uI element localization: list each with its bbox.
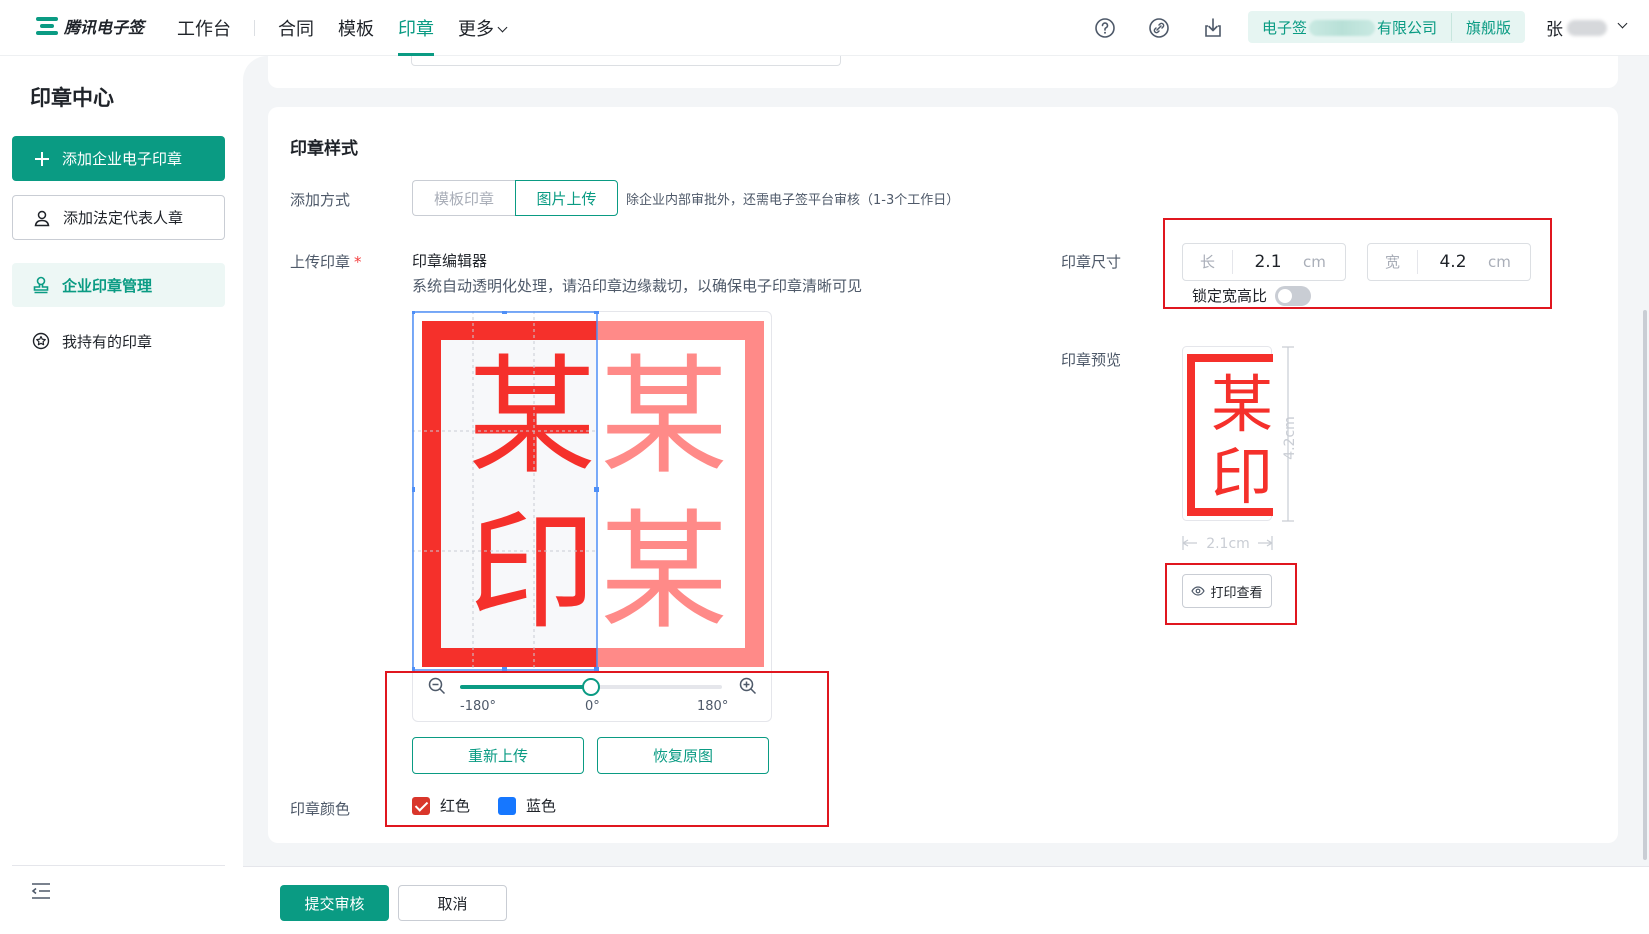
link-icon[interactable] — [1147, 16, 1171, 40]
upload-seal-label: 上传印章 * — [290, 251, 362, 272]
annotation-box-print — [1165, 563, 1297, 625]
option-template-seal[interactable]: 模板印章 — [412, 180, 515, 216]
annotation-box-editor-controls — [385, 671, 829, 827]
user-name-redacted — [1567, 19, 1607, 36]
logo[interactable]: 腾讯电子签 — [36, 14, 144, 38]
annotation-box-size — [1163, 218, 1552, 309]
seal-size-label: 印章尺寸 — [1061, 253, 1122, 271]
sidebar-item-my-seals[interactable]: 我持有的印章 — [12, 319, 225, 363]
add-enterprise-seal-button[interactable]: 添加企业电子印章 — [12, 136, 225, 181]
seal-icon — [33, 276, 49, 294]
scrollbar[interactable] — [1643, 310, 1647, 860]
user-name: 张 — [1546, 20, 1563, 40]
chevron-down-icon — [1617, 18, 1628, 29]
org-switcher[interactable]: 电子签 有限公司 旗舰版 — [1248, 11, 1526, 43]
preview-height-label: 4.2cm — [1282, 416, 1298, 460]
editor-title: 印章编辑器 — [412, 252, 488, 270]
sidebar-divider — [12, 865, 225, 866]
add-enterprise-seal-label: 添加企业电子印章 — [62, 150, 183, 168]
nav-item-more[interactable]: 更多 — [458, 0, 508, 56]
seal-char-top-left: 某 — [468, 343, 596, 492]
org-suffix: 有限公司 — [1377, 18, 1438, 37]
logo-icon — [36, 17, 58, 35]
logo-text: 腾讯电子签 — [64, 18, 145, 37]
seal-char-top-right: 某 — [600, 343, 728, 492]
nav-item-contract[interactable]: 合同 — [278, 0, 314, 56]
download-icon[interactable] — [1201, 16, 1225, 40]
badge-icon — [32, 332, 50, 350]
top-bar: 腾讯电子签 工作台 合同 模板 印章 更多 电子签 有限公司 旗舰版 张 — [0, 0, 1649, 56]
preview-char-bottom: 印 — [1211, 440, 1273, 513]
seal-char-bottom-right: 某 — [600, 498, 728, 647]
org-name-redacted — [1309, 20, 1376, 36]
org-prefix: 电子签 — [1262, 18, 1308, 37]
nav-more-label: 更多 — [458, 19, 494, 40]
seal-color-label: 印章颜色 — [290, 800, 351, 818]
sidebar-item-label: 我持有的印章 — [62, 332, 153, 351]
option-image-upload[interactable]: 图片上传 — [515, 180, 618, 216]
plus-icon — [35, 151, 49, 166]
preview-height-dimension: 4.2cm — [1282, 346, 1298, 522]
seal-preview: 某 印 — [1182, 346, 1275, 521]
upload-seal-label-text: 上传印章 — [290, 253, 351, 271]
sidebar-item-label: 企业印章管理 — [62, 276, 153, 295]
add-method-hint: 除企业内部审批外，还需电子签平台审核（1-3个工作日） — [626, 193, 960, 208]
previous-field — [411, 56, 841, 66]
preview-char-top: 某 — [1211, 368, 1273, 441]
nav-divider — [254, 20, 255, 36]
preview-width-dimension: 2.1cm — [1182, 536, 1273, 552]
add-legal-seal-button[interactable]: 添加法定代表人章 — [12, 195, 225, 240]
org-name: 电子签 有限公司 — [1248, 17, 1451, 38]
user-icon — [34, 210, 50, 226]
preview-width-label: 2.1cm — [1206, 536, 1250, 552]
nav-item-seal[interactable]: 印章 — [398, 0, 434, 56]
add-method-selector: 模板印章 图片上传 — [412, 180, 618, 216]
sidebar-item-enterprise-seals[interactable]: 企业印章管理 — [12, 263, 225, 307]
previous-card — [268, 56, 1618, 88]
user-menu[interactable]: 张 — [1546, 15, 1628, 40]
sidebar-title: 印章中心 — [30, 86, 114, 110]
seal-image-canvas[interactable]: 某 某 某 印 — [412, 311, 772, 671]
nav-workbench[interactable]: 工作台 — [177, 15, 231, 41]
edition-badge: 旗舰版 — [1466, 18, 1512, 37]
editor-description: 系统自动透明化处理，请沿印章边缘裁切，以确保电子印章清晰可见 — [412, 277, 863, 295]
help-icon[interactable] — [1093, 16, 1117, 40]
main-nav: 合同 模板 印章 更多 — [278, 0, 530, 56]
required-mark: * — [354, 253, 362, 271]
nav-item-template[interactable]: 模板 — [338, 0, 374, 56]
sidebar: 印章中心 添加企业电子印章 添加法定代表人章 企业印章管理 我持有的印章 — [0, 56, 243, 934]
collapse-menu-icon[interactable] — [31, 882, 51, 900]
seal-char-bottom-left: 印 — [468, 498, 596, 647]
submit-review-button[interactable]: 提交审核 — [280, 885, 389, 921]
add-legal-seal-label: 添加法定代表人章 — [63, 209, 184, 227]
chevron-down-icon — [497, 22, 508, 33]
seal-preview-label: 印章预览 — [1061, 351, 1122, 369]
add-method-label: 添加方式 — [290, 191, 351, 209]
section-title: 印章样式 — [290, 139, 358, 159]
cancel-button[interactable]: 取消 — [398, 885, 507, 921]
